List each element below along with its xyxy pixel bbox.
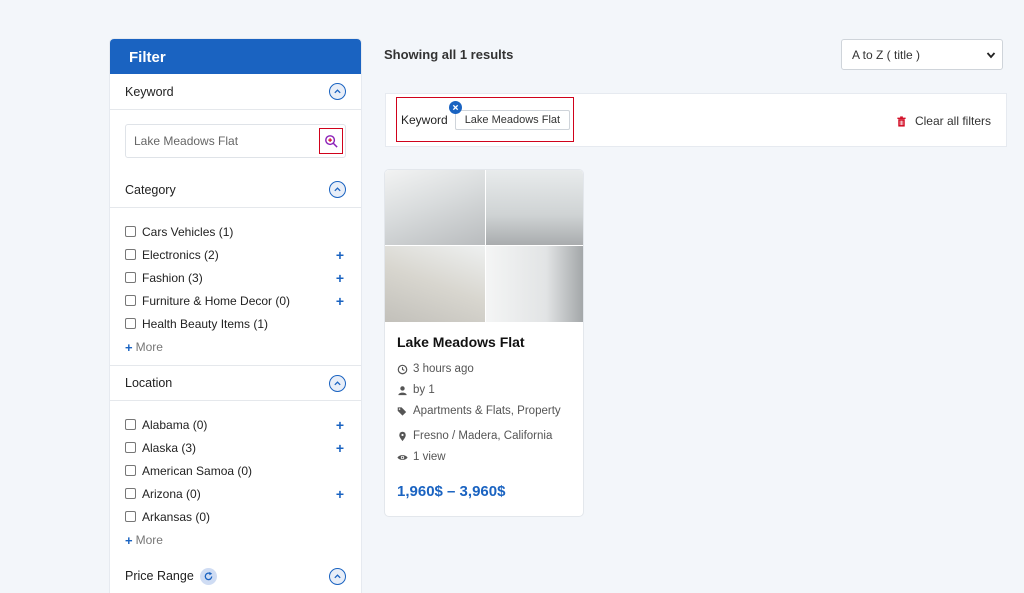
category-item-label: Furniture & Home Decor (0) [142,293,291,308]
checkbox[interactable] [125,295,136,306]
location-item[interactable]: Arkansas (0) [125,505,346,528]
listing-categories: Apartments & Flats, Property [397,405,571,417]
category-item-label: Fashion (3) [142,270,203,285]
price-range-section-header[interactable]: Price Range [110,558,361,593]
keyword-section-label: Keyword [125,84,174,99]
location-list: Alabama (0) + Alaska (3) + American Samo… [110,401,361,558]
expand-plus-icon[interactable]: + [334,247,346,263]
category-item[interactable]: Furniture & Home Decor (0) + [125,289,346,312]
filter-sidebar: Filter Keyword Lake Meadows Flat Categor… [110,39,361,593]
expand-plus-icon[interactable]: + [334,270,346,286]
listing-views: 1 view [397,451,571,463]
location-item[interactable]: Arizona (0) + [125,482,346,505]
location-item-label: Alabama (0) [142,417,208,432]
category-more-link[interactable]: + More [125,337,346,357]
category-more-label: More [135,340,163,354]
location-item-label: Arizona (0) [142,486,201,501]
category-item[interactable]: Cars Vehicles (1) [125,220,346,243]
category-item[interactable]: Health Beauty Items (1) [125,312,346,335]
listing-photo-grid[interactable] [385,170,583,322]
location-item[interactable]: Alabama (0) + [125,413,346,436]
listing-views-text: 1 view [413,451,446,463]
category-item-label: Electronics (2) [142,247,219,262]
checkbox[interactable] [125,442,136,453]
clear-all-filters-button[interactable]: Clear all filters [896,114,991,128]
location-item[interactable]: Alaska (3) + [125,436,346,459]
location-more-label: More [135,533,163,547]
category-item[interactable]: Fashion (3) + [125,266,346,289]
expand-plus-icon[interactable]: + [334,440,346,456]
remove-filter-icon[interactable] [448,100,462,114]
checkbox[interactable] [125,249,136,260]
active-filter-chip-label: Lake Meadows Flat [464,113,561,126]
listing-photo [486,170,583,245]
checkbox[interactable] [125,488,136,499]
checkbox[interactable] [125,465,136,476]
location-item-label: American Samoa (0) [142,463,253,478]
active-filters-bar: Keyword Lake Meadows Flat Clear all filt… [385,93,1007,147]
checkbox[interactable] [125,272,136,283]
results-count: Showing all 1 results [384,47,514,62]
expand-plus-icon[interactable]: + [334,417,346,433]
sort-selected-value: A to Z ( title ) [852,47,921,62]
expand-plus-icon[interactable]: + [334,486,346,502]
active-filter-chip[interactable]: Lake Meadows Flat [448,100,571,130]
listing-author: by 1 [397,384,571,396]
plus-icon: + [125,532,133,548]
active-filter-group: Keyword Lake Meadows Flat [396,97,574,142]
trash-icon [897,115,906,127]
search-icon[interactable] [319,128,343,154]
location-section-header[interactable]: Location [110,365,361,401]
chevron-up-icon[interactable] [329,83,346,100]
chevron-up-icon[interactable] [329,181,346,198]
listing-card[interactable]: Lake Meadows Flat 3 hours ago by 1 Apart… [384,169,584,517]
clear-all-label: Clear all filters [914,114,991,128]
category-item-label: Health Beauty Items (1) [142,316,269,331]
price-range-label: Price Range [125,569,194,583]
map-marker-icon [399,431,406,441]
category-item-label: Cars Vehicles (1) [142,224,234,239]
category-section-header[interactable]: Category [110,172,361,208]
checkbox[interactable] [125,419,136,430]
checkbox[interactable] [125,318,136,329]
expand-plus-icon[interactable]: + [334,293,346,309]
location-more-link[interactable]: + More [125,530,346,550]
location-section-label: Location [125,376,173,390]
filter-title: Filter [110,39,361,74]
listing-price: 1,960$ – 3,960$ [397,483,506,500]
location-item-label: Alaska (3) [142,440,197,455]
user-icon [398,385,407,395]
listing-location-text[interactable]: Fresno / Madera, California [413,430,552,442]
active-filter-label: Keyword [401,112,448,127]
listing-time: 3 hours ago [397,363,571,375]
clock-icon [397,364,408,374]
keyword-section-header[interactable]: Keyword [110,74,361,110]
listing-time-text: 3 hours ago [413,363,474,375]
checkbox[interactable] [125,226,136,237]
listing-title[interactable]: Lake Meadows Flat [397,334,571,350]
listing-photo [385,246,485,322]
sort-select[interactable]: A to Z ( title ) [841,39,1003,70]
checkbox[interactable] [125,511,136,522]
listing-photo [385,170,485,245]
chevron-down-icon [986,51,996,58]
eye-icon [397,454,408,460]
listing-photo [486,246,583,322]
location-item[interactable]: American Samoa (0) [125,459,346,482]
category-item[interactable]: Electronics (2) + [125,243,346,266]
keyword-input[interactable]: Lake Meadows Flat [125,124,346,158]
location-item-label: Arkansas (0) [142,509,211,524]
keyword-input-value[interactable]: Lake Meadows Flat [134,134,238,148]
listing-location: Fresno / Madera, California [397,430,571,442]
chevron-up-icon[interactable] [329,567,346,585]
plus-icon: + [125,339,133,355]
category-list: Cars Vehicles (1) Electronics (2) + Fash… [110,208,361,365]
category-section-label: Category [125,182,176,197]
listing-author-text[interactable]: by 1 [413,384,435,396]
chevron-up-icon[interactable] [329,374,346,392]
listing-categories-text[interactable]: Apartments & Flats, Property [413,405,561,417]
reset-icon[interactable] [199,567,217,585]
tags-icon [397,406,407,416]
